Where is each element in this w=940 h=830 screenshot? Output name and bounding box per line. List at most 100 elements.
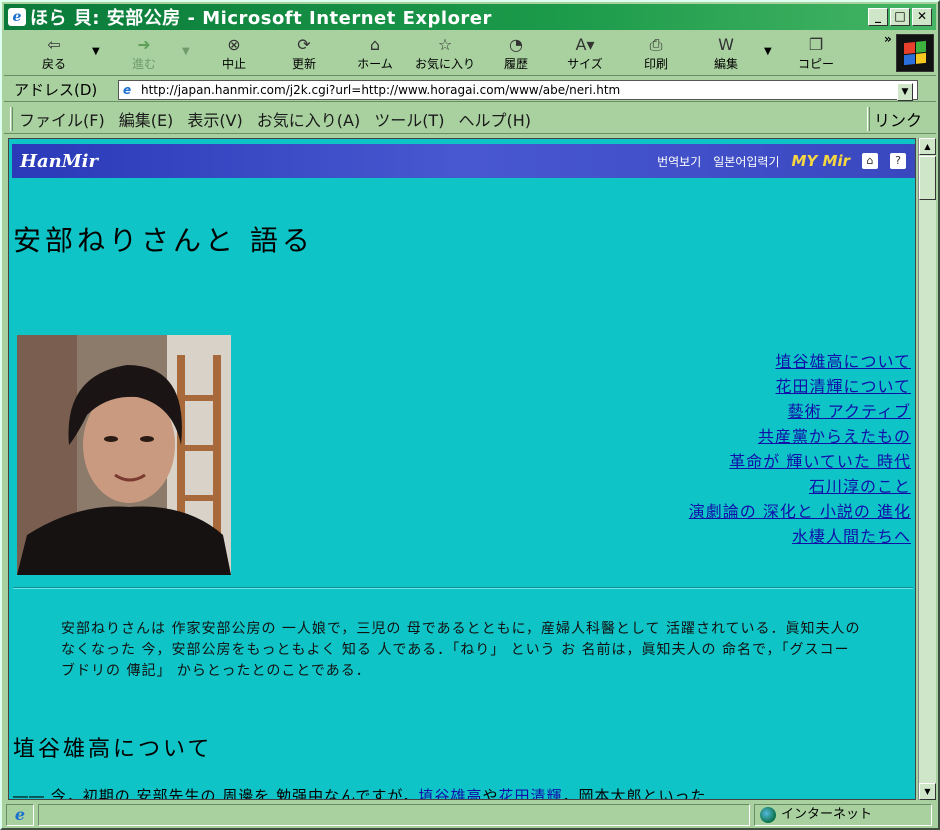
hanmir-banner: HanMir 번역보기 일본어입력기 MY Mir ⌂ ? [12, 144, 915, 178]
maximize-button[interactable]: □ [890, 8, 910, 26]
para-start: ―― 今，初期の 安部先生の 周邊を 勉强中なんですが， [13, 787, 419, 800]
font-size-label: サイズ [567, 57, 603, 71]
history-button[interactable]: ◔ 履歴 [494, 34, 538, 74]
copy-button[interactable]: ❐ コピー [794, 34, 838, 74]
back-label: 戻る [41, 57, 66, 71]
stop-icon: ⊗ [227, 35, 241, 54]
home-label: ホーム [357, 57, 393, 71]
refresh-label: 更新 [291, 57, 316, 71]
section-heading: 埴谷雄高について [13, 737, 213, 762]
para-mid: や [482, 787, 499, 800]
menu-favorites[interactable]: お気に入り(A) [257, 107, 360, 131]
menu-grip [10, 106, 13, 131]
menu-file[interactable]: ファイル(F) [19, 107, 105, 131]
copy-label: コピー [797, 57, 834, 71]
back-button[interactable]: ⇦ 戻る [32, 34, 76, 74]
link-hanada[interactable]: 花田清輝について [689, 374, 911, 399]
zone-label: インターネット [781, 807, 873, 822]
window-title: ほら 貝: 安部公房 - Microsoft Internet Explorer [30, 8, 492, 29]
favorites-icon: ☆ [437, 35, 453, 54]
favorites-button[interactable]: ☆ お気に入り [408, 34, 482, 74]
page-title: 安部ねりさんと 語る [13, 224, 314, 257]
stop-label: 中止 [221, 57, 246, 71]
horizontal-rule [13, 587, 913, 589]
copy-icon: ❐ [808, 35, 824, 54]
edit-label: 編集 [713, 57, 738, 71]
portrait-image [17, 335, 231, 575]
page-icon: e [123, 83, 132, 97]
back-dropdown-icon[interactable]: ▼ [92, 46, 100, 57]
close-button[interactable]: ✕ [912, 8, 932, 26]
link-revolution-era[interactable]: 革命が 輝いていた 時代 [689, 449, 911, 474]
windows-flag-icon [904, 40, 926, 66]
hanmir-logo[interactable]: HanMir [20, 151, 98, 172]
refresh-button[interactable]: ⟳ 更新 [282, 34, 326, 74]
links-button[interactable]: リンク [874, 107, 922, 131]
standard-toolbar: ⇦ 戻る ▼ ➜ 進む ▼ ⊗ 中止 ⟳ 更新 ⌂ ホーム ☆ お気に入り ◔ 履歴 A▾ サイ… [4, 32, 936, 76]
mymir-link[interactable]: MY Mir [792, 152, 850, 170]
title-bar[interactable]: e ほら 貝: 安部公房 - Microsoft Internet Explor… [4, 4, 936, 30]
intro-paragraph: 安部ねりさんは 作家安部公房の 一人娘で，三児の 母であるとともに，産婦人科醫と… [61, 621, 861, 679]
menu-help[interactable]: ヘルプ(H) [458, 107, 531, 131]
address-dropdown-icon[interactable]: ▼ [897, 83, 913, 101]
forward-label: 進む [131, 57, 156, 71]
minimize-button[interactable]: _ [868, 8, 888, 26]
ie-icon[interactable]: e [8, 8, 26, 26]
address-bar: アドレス(D) e http://japan.hanmir.com/j2k.cg… [4, 78, 936, 102]
forward-dropdown-icon[interactable]: ▼ [182, 46, 190, 57]
page-content[interactable]: HanMir 번역보기 일본어입력기 MY Mir ⌂ ? 安部ねりさんと 語る [8, 138, 916, 800]
links-separator [867, 106, 870, 131]
address-input[interactable]: e http://japan.hanmir.com/j2k.cgi?url=ht… [118, 80, 918, 101]
menu-edit[interactable]: 編集(E) [119, 107, 174, 131]
windows-logo [896, 34, 934, 72]
home-icon: ⌂ [369, 35, 381, 54]
font-size-icon: A▾ [575, 35, 595, 54]
banner-links: 번역보기 일본어입력기 MY Mir ⌂ ? [657, 152, 906, 170]
print-button[interactable]: ⎙ 印刷 [634, 34, 678, 74]
link-haniya[interactable]: 埴谷雄高について [689, 349, 911, 374]
portrait-photo [17, 335, 231, 575]
address-url: http://japan.hanmir.com/j2k.cgi?url=http… [141, 83, 621, 97]
scroll-down-icon[interactable]: ▼ [919, 783, 936, 800]
stop-button[interactable]: ⊗ 中止 [212, 34, 256, 74]
print-label: 印刷 [643, 57, 668, 71]
print-icon: ⎙ [649, 35, 663, 54]
back-arrow-icon: ⇦ [47, 35, 61, 54]
zone-pane: インターネット [754, 804, 932, 826]
edit-icon: W [718, 35, 734, 54]
edit-button[interactable]: W 編集 [704, 34, 748, 74]
toolbar-overflow[interactable]: » [884, 32, 892, 46]
topic-links: 埴谷雄高について 花田清輝について 藝術 アクティブ 共産黨からえたもの 革命が… [689, 349, 911, 549]
forward-button[interactable]: ➜ 進む [122, 34, 166, 74]
status-page-icon: e [6, 804, 34, 826]
home-button[interactable]: ⌂ ホーム [350, 34, 400, 74]
menu-bar: ファイル(F) 編集(E) 表示(V) お気に入り(A) ツール(T) ヘルプ(… [4, 104, 936, 134]
body-paragraph: ―― 今，初期の 安部先生の 周邊を 勉强中なんですが，埴谷雄高や花田清輝，岡本… [13, 785, 913, 800]
menu-view[interactable]: 表示(V) [187, 107, 242, 131]
edit-dropdown-icon[interactable]: ▼ [764, 46, 772, 57]
link-communist-party[interactable]: 共産黨からえたもの [689, 424, 911, 449]
internet-globe-icon [760, 807, 776, 823]
scroll-thumb[interactable] [919, 156, 936, 200]
link-ishikawa[interactable]: 石川淳のこと [689, 474, 911, 499]
window-controls: _ □ ✕ [868, 8, 932, 26]
scroll-up-icon[interactable]: ▲ [919, 138, 936, 155]
link-aquatic-humans[interactable]: 水棲人間たちへ [689, 524, 911, 549]
translate-view-link[interactable]: 번역보기 [657, 153, 701, 170]
help-icon[interactable]: ? [890, 153, 906, 169]
inline-link-haniya[interactable]: 埴谷雄高 [418, 787, 482, 799]
font-size-button[interactable]: A▾ サイズ [560, 34, 610, 74]
inline-link-hanada[interactable]: 花田清輝 [498, 787, 562, 799]
refresh-icon: ⟳ [297, 35, 311, 54]
home-small-icon[interactable]: ⌂ [862, 153, 878, 169]
browser-window: e ほら 貝: 安部公房 - Microsoft Internet Explor… [0, 0, 940, 830]
para-end: ，岡本太郎といった [562, 787, 707, 800]
address-label: アドレス(D) [14, 81, 98, 99]
menu-tools[interactable]: ツール(T) [374, 107, 444, 131]
link-art-active[interactable]: 藝術 アクティブ [689, 399, 911, 424]
vertical-scrollbar[interactable]: ▲ ▼ [918, 138, 936, 800]
link-drama-theory[interactable]: 演劇論の 深化と 小説の 進化 [689, 499, 911, 524]
japanese-input-link[interactable]: 일본어입력기 [713, 153, 779, 170]
status-text-pane [38, 804, 750, 826]
forward-arrow-icon: ➜ [137, 35, 151, 54]
